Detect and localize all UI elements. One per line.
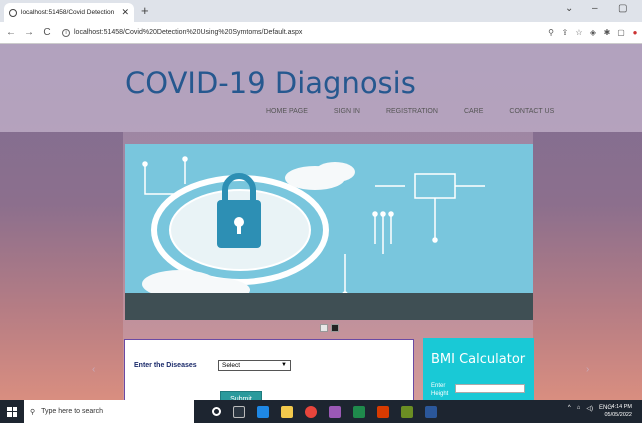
visual-studio-icon[interactable] xyxy=(329,405,341,418)
taskbar-search[interactable]: ⚲ Type here to search xyxy=(24,400,194,423)
windows-taskbar: ⚲ Type here to search ^ ⌂ ◁) ENG 4:14 PM… xyxy=(0,400,642,423)
close-tab-icon[interactable]: ✕ xyxy=(121,7,129,18)
banner-dark-strip xyxy=(125,293,533,320)
slide-dot-active[interactable] xyxy=(331,324,339,332)
nav-registration[interactable]: REGISTRATION xyxy=(386,108,438,115)
taskbar-clock[interactable]: 4:14 PM 05/05/2022 xyxy=(604,403,632,419)
search-icon: ⚲ xyxy=(30,408,36,416)
browser-tab[interactable]: localhost:51458/Covid Detection ✕ xyxy=(4,3,134,22)
maximize-icon[interactable]: ▢ xyxy=(618,3,627,14)
slider-dots xyxy=(320,324,339,332)
forward-icon[interactable]: → xyxy=(22,27,36,38)
site-title: COVID-19 Diagnosis xyxy=(125,66,416,100)
taskbar-search-placeholder: Type here to search xyxy=(41,408,104,415)
nav-sign-in[interactable]: SIGN IN xyxy=(334,108,360,115)
share-icon[interactable]: ⇪ xyxy=(558,28,572,37)
clock-time: 4:14 PM xyxy=(611,404,632,410)
nav-contact-us[interactable]: CONTACT US xyxy=(509,108,554,115)
profile-icon[interactable]: ● xyxy=(628,28,642,37)
back-icon[interactable]: ← xyxy=(4,27,18,38)
extension-icon[interactable]: ◈ xyxy=(586,28,600,37)
security-banner-image xyxy=(125,144,533,320)
url-field[interactable]: i localhost:51458/Covid%20Detection%20Us… xyxy=(62,25,544,41)
main-nav: HOME PAGE SIGN IN REGISTRATION CARE CONT… xyxy=(266,108,554,115)
nav-home[interactable]: HOME PAGE xyxy=(266,108,308,115)
site-header: COVID-19 Diagnosis HOME PAGE SIGN IN REG… xyxy=(0,44,642,132)
cortana-icon[interactable] xyxy=(212,407,221,416)
bookmark-star-icon[interactable]: ☆ xyxy=(572,28,586,37)
disease-form: Enter the Diseases Select ▼ Submit xyxy=(124,339,414,400)
slide-prev-icon[interactable]: ‹ xyxy=(92,364,95,375)
bmi-title: BMI Calculator xyxy=(431,352,526,367)
tray-chevron-icon[interactable]: ^ xyxy=(568,405,571,412)
edge-icon[interactable] xyxy=(257,405,269,418)
bmi-calculator: BMI Calculator Enter Height xyxy=(423,338,534,400)
info-icon[interactable]: i xyxy=(62,28,70,37)
excel-icon[interactable] xyxy=(353,405,365,418)
url-text: localhost:51458/Covid%20Detection%20Usin… xyxy=(74,29,303,36)
tab-title: localhost:51458/Covid Detection xyxy=(21,9,115,16)
height-label: Enter Height xyxy=(431,383,449,397)
height-input[interactable] xyxy=(455,384,525,393)
nav-care[interactable]: CARE xyxy=(464,108,483,115)
address-bar: ← → C i localhost:51458/Covid%20Detectio… xyxy=(0,22,642,44)
puzzle-icon[interactable]: ✱ xyxy=(600,28,614,37)
minimize-icon[interactable]: – xyxy=(592,3,598,14)
app-icon[interactable] xyxy=(377,405,389,418)
disease-label: Enter the Diseases xyxy=(134,362,197,369)
browser-tab-strip: localhost:51458/Covid Detection ✕ + ⌄ – … xyxy=(0,0,642,22)
start-button[interactable] xyxy=(0,400,24,423)
new-tab-icon[interactable]: + xyxy=(141,3,149,18)
globe-icon xyxy=(9,8,17,17)
chevron-down-icon: ▼ xyxy=(281,362,287,368)
network-icon[interactable]: ⌂ xyxy=(577,405,581,412)
slide-dot[interactable] xyxy=(320,324,328,332)
task-view-icon[interactable] xyxy=(233,405,245,418)
slide-next-icon[interactable]: › xyxy=(586,364,589,375)
chrome-icon[interactable] xyxy=(305,405,317,418)
disease-select[interactable]: Select ▼ xyxy=(218,360,291,371)
tab-list-icon[interactable]: ⌄ xyxy=(565,3,573,14)
reload-icon[interactable]: C xyxy=(40,27,54,38)
file-explorer-icon[interactable] xyxy=(281,405,293,418)
clock-date: 05/05/2022 xyxy=(604,412,632,418)
sidebar-icon[interactable]: ▢ xyxy=(614,28,628,37)
web-page: COVID-19 Diagnosis HOME PAGE SIGN IN REG… xyxy=(0,44,642,400)
word-icon[interactable] xyxy=(425,405,437,418)
submit-button[interactable]: Submit xyxy=(220,391,262,400)
volume-icon[interactable]: ◁) xyxy=(586,405,593,412)
windows-icon xyxy=(7,406,17,417)
paint-icon[interactable] xyxy=(401,405,413,418)
disease-select-value: Select xyxy=(222,362,241,369)
zoom-icon[interactable]: ⚲ xyxy=(544,28,558,37)
